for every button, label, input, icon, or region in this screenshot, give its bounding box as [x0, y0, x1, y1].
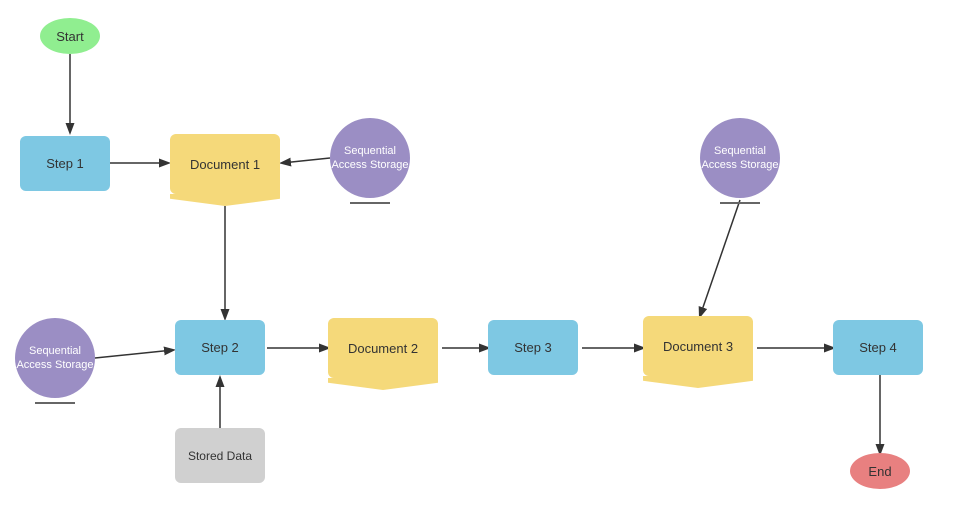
arrows-layer: [0, 0, 980, 511]
stored-data-node: Stored Data: [175, 428, 265, 483]
seq2-node: SequentialAccess Storage: [700, 118, 780, 198]
step4-label: Step 4: [859, 340, 897, 355]
end-node: End: [850, 453, 910, 489]
doc3-node: Document 3: [643, 316, 753, 376]
seq2-label: SequentialAccess Storage: [701, 144, 778, 173]
stored-data-label: Stored Data: [188, 449, 252, 463]
doc2-node: Document 2: [328, 318, 438, 378]
step3-label: Step 3: [514, 340, 552, 355]
seq3-label: SequentialAccess Storage: [16, 344, 93, 373]
start-label: Start: [56, 29, 83, 44]
seq1-node: SequentialAccess Storage: [330, 118, 410, 198]
doc3-label: Document 3: [663, 339, 733, 354]
step4-node: Step 4: [833, 320, 923, 375]
step2-node: Step 2: [175, 320, 265, 375]
step3-node: Step 3: [488, 320, 578, 375]
doc1-node: Document 1: [170, 134, 280, 194]
doc1-label: Document 1: [190, 157, 260, 172]
step1-label: Step 1: [46, 156, 84, 171]
seq3-node: SequentialAccess Storage: [15, 318, 95, 398]
diagram: Start Step 1 Document 1 SequentialAccess…: [0, 0, 980, 511]
seq1-label: SequentialAccess Storage: [331, 144, 408, 173]
doc2-label: Document 2: [348, 341, 418, 356]
end-label: End: [868, 464, 891, 479]
start-node: Start: [40, 18, 100, 54]
step1-node: Step 1: [20, 136, 110, 191]
step2-label: Step 2: [201, 340, 239, 355]
